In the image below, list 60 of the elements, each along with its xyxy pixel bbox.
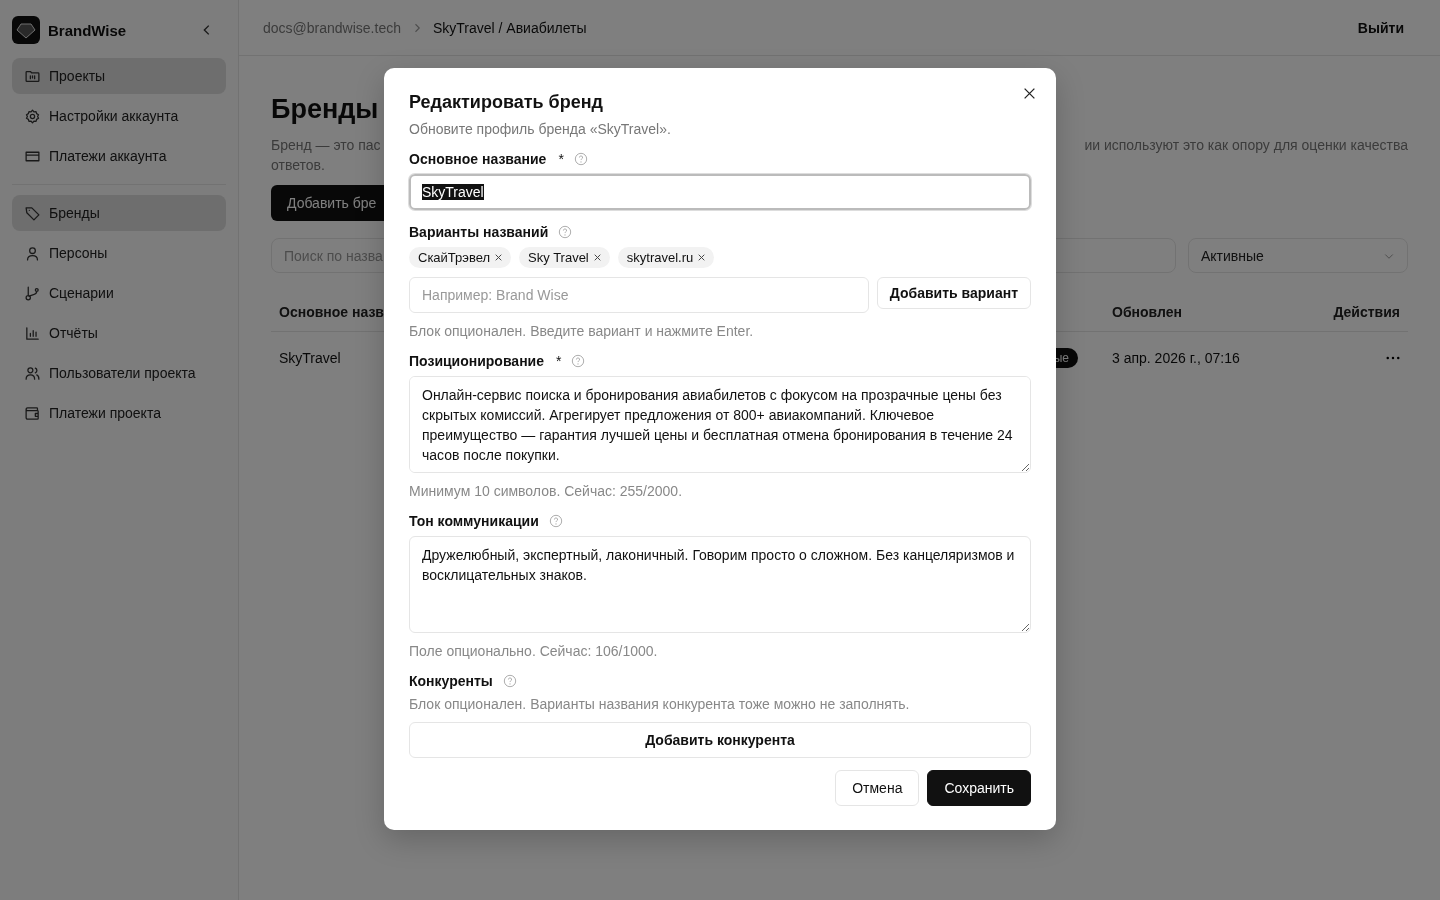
save-button[interactable]: Сохранить: [927, 770, 1031, 806]
field-label: Позиционирование: [409, 353, 544, 369]
tag-icon: [24, 204, 41, 222]
remove-icon[interactable]: [495, 254, 503, 261]
required-mark: *: [556, 353, 562, 369]
status-select[interactable]: Активные: [1188, 238, 1408, 273]
dialog-subtitle: Обновите профиль бренда «SkyTravel».: [409, 121, 672, 137]
column-header: Обновлен: [1112, 304, 1182, 320]
brand-name: BrandWise: [48, 21, 128, 39]
user-icon: [24, 244, 41, 262]
column-header: Действия: [1333, 304, 1400, 320]
add-variant-button[interactable]: Добавить вариант: [876, 277, 1031, 309]
more-icon[interactable]: [1386, 356, 1400, 360]
page-description: Бренд — это пас: [271, 136, 381, 155]
field-hint: Блок опционален. Введите вариант и нажмите Enter.: [409, 323, 755, 339]
add-competitor-button[interactable]: Добавить конкурента: [409, 722, 1031, 758]
required-mark: *: [558, 151, 564, 167]
nav-item[interactable]: Отчёты: [12, 315, 226, 351]
field-label: Основное название: [409, 151, 547, 167]
nav-item[interactable]: Сценарии: [12, 275, 226, 311]
field-hint: Блок опционален. Варианты названия конкурента тоже можно не заполнять.: [409, 696, 911, 712]
field-label: Тон коммуникации: [409, 513, 539, 529]
text-area[interactable]: Дружелюбный, экспертный, лаконичный. Говорим просто о сложном. Без канцеляризмов и восклицательных знаков.: [409, 536, 1031, 633]
gear-icon: [24, 107, 41, 125]
nav-item[interactable]: Пользователи проекта: [12, 355, 226, 391]
nav-item[interactable]: Платежи аккаунта: [12, 138, 226, 174]
text-area[interactable]: Онлайн-сервис поиска и бронирования авиабилетов с фокусом на прозрачные цены без скрытых комиссий. Агрегирует предложения от 800+ авиакомпаний. Ключевое преимущество — гарантия лучшей цены и бесплатная отмена бронирования в течение 24 часов после покупки.: [409, 376, 1031, 473]
remove-icon[interactable]: [698, 254, 706, 261]
table-cell: SkyTravel: [279, 350, 341, 366]
logo-icon: [12, 16, 40, 44]
branch-icon: [24, 284, 41, 302]
nav-item[interactable]: Бренды: [12, 195, 226, 231]
page-title: Бренды: [271, 94, 379, 125]
input-field[interactable]: SkyTravel: [409, 174, 1031, 210]
page-description: ответов.: [271, 156, 325, 175]
nav-item[interactable]: Настройки аккаунта: [12, 98, 226, 134]
tag-label: Sky Travel: [528, 250, 589, 265]
logout-button[interactable]: Выйти: [1345, 15, 1416, 40]
table-cell: 3 апр. 2026 г., 07:16: [1112, 350, 1240, 366]
field-label: Варианты названий: [409, 224, 549, 240]
remove-icon[interactable]: [593, 254, 601, 261]
column-header: Основное назв: [279, 304, 384, 320]
users-icon: [24, 364, 41, 382]
nav-item[interactable]: Персоны: [12, 235, 226, 271]
tag-label: skytravel.ru: [626, 250, 694, 265]
page-description: ии используют это как опору для оценки качества: [1084, 136, 1408, 155]
cancel-button[interactable]: Отмена: [835, 770, 920, 806]
breadcrumb-item[interactable]: docs@brandwise.tech: [263, 19, 401, 36]
field-hint: Минимум 10 символов. Сейчас: 255/2000.: [409, 483, 684, 499]
nav-item[interactable]: Платежи проекта: [12, 395, 226, 431]
tag-label: СкайТрэвел: [418, 250, 491, 265]
dialog-title: Редактировать бренд: [409, 92, 605, 113]
nav-item[interactable]: Проекты: [12, 58, 226, 94]
field-label: Конкуренты: [409, 673, 493, 689]
input-field[interactable]: Например: Brand Wise: [409, 277, 869, 313]
field-hint: Поле опционально. Сейчас: 106/1000.: [409, 643, 659, 659]
breadcrumb-item[interactable]: SkyTravel / Авиабилеты: [432, 19, 587, 36]
wallet-icon: [24, 404, 41, 422]
chart-icon: [24, 324, 41, 342]
close-icon[interactable]: [1023, 87, 1036, 100]
